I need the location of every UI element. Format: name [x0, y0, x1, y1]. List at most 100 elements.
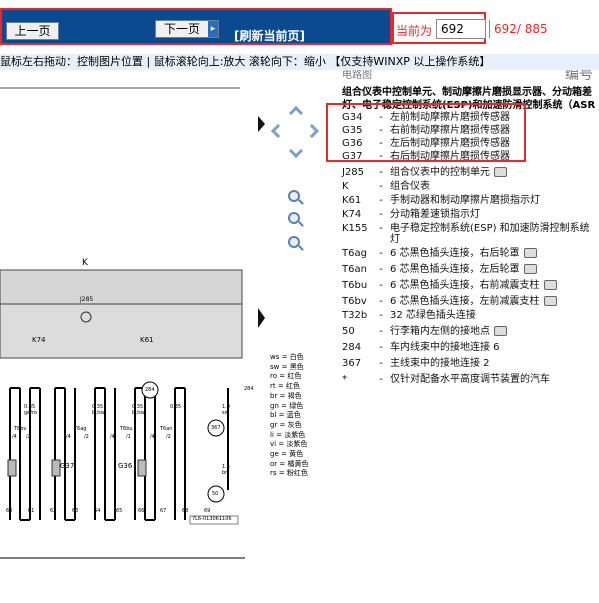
color-code-item: rs = 粉红色	[270, 469, 308, 478]
legend-code: 284	[342, 342, 362, 353]
color-code-item: rt = 红色	[270, 382, 300, 391]
color-code-item: br = 褐色	[270, 391, 302, 400]
zoom-out-icon[interactable]	[288, 236, 300, 248]
legend-item: 灯	[342, 230, 400, 245]
camera-icon[interactable]	[494, 167, 507, 177]
wire-color-a: ge/ro	[24, 410, 37, 416]
column-number: 61	[28, 508, 35, 514]
pin-c: /4	[66, 434, 71, 440]
hint-bar: 鼠标左右拖动：控制图片位置 | 鼠标滚轮向上:放大 滚轮向下：缩小 【仅支持WI…	[0, 54, 599, 70]
column-number: 68	[182, 508, 189, 514]
legend-item: * - 仅针对配备水平高度调节装置的汽车	[342, 370, 550, 385]
legend-code: 50	[342, 326, 355, 337]
column-number: 65	[116, 508, 123, 514]
legend-desc: 电子稳定控制系统(ESP) 和加速防滑控制系统	[390, 223, 590, 234]
color-code-item: ge = 黄色	[270, 450, 304, 458]
scroll-left-arrow-icon[interactable]	[258, 116, 265, 132]
legend-item: J285- 组合仪表中的控制单元	[342, 163, 507, 178]
legend-item: T32b -32 芯绿色插头连接	[342, 306, 476, 321]
color-code-item: gn = 绿色	[270, 401, 304, 410]
t6bv-label: T6bv	[14, 426, 27, 432]
page-number-input[interactable]	[436, 19, 486, 39]
column-number: 69	[204, 508, 211, 514]
camera-icon[interactable]	[494, 326, 507, 336]
camera-icon[interactable]	[523, 248, 537, 258]
legend-item: 50 - 行李箱内左侧的接地点	[342, 322, 507, 337]
legend-dash: -	[379, 280, 383, 291]
legend-item: G37 - 右后制动摩擦片磨损传感器	[342, 147, 510, 162]
pin-e: /4	[110, 434, 115, 440]
camera-icon[interactable]	[543, 280, 557, 290]
column-number: 63	[72, 508, 79, 514]
legend-desc: 6 芯黑色插头连接，右后轮罩	[390, 248, 520, 259]
legend-item: K - 组合仪表	[342, 177, 430, 192]
ground-50: 50	[212, 491, 219, 497]
zoom-fit-icon[interactable]	[288, 190, 300, 202]
camera-icon[interactable]	[523, 264, 537, 274]
legend-code: T6bu	[342, 280, 368, 291]
prev-page-button[interactable]: 上一页	[6, 22, 59, 40]
color-code-item: gr = 灰色	[270, 420, 302, 429]
legend-dash: -	[379, 248, 383, 259]
legend-item: 284 - 车内线束中的接地连接 6	[342, 338, 500, 353]
top-right-label: 编号	[565, 70, 593, 83]
prev-page-label: 上一页	[14, 24, 51, 38]
pan-down-icon[interactable]	[288, 143, 304, 159]
pin-g: /4	[150, 434, 155, 440]
pan-left-icon[interactable]	[270, 123, 286, 139]
t6an-label: T6an	[160, 426, 173, 432]
legend-dash: -	[379, 151, 383, 162]
j285-label: J285	[80, 296, 94, 303]
color-code-item: li = 淡紫色	[270, 430, 306, 439]
divider	[489, 20, 490, 38]
wire-color-e: br	[222, 470, 228, 476]
ground-367: 367	[211, 425, 221, 431]
g37-label: G37	[60, 462, 75, 470]
color-code-item: sw = 黑色	[270, 362, 304, 371]
zoom-in-icon[interactable]	[288, 212, 300, 224]
k74-label: K74	[32, 336, 46, 344]
legend-desc: 6 芯黑色插头连接，右前减震支柱	[390, 280, 540, 291]
column-number: 62	[50, 508, 57, 514]
legend-dash: -	[379, 264, 383, 275]
next-page-button[interactable]: 下一页 ▸	[155, 20, 219, 38]
top-left-label: 电路图	[342, 70, 372, 81]
pan-right-icon[interactable]	[304, 123, 320, 139]
pin-f: /1	[126, 434, 131, 440]
legend-item: K74- 分动箱差速锁指示灯	[342, 205, 480, 220]
legend-item: 367 - 主线束中的接地连接 2	[342, 354, 490, 369]
legend-code: G37	[342, 151, 363, 162]
legend-desc: 右后制动摩擦片磨损传感器	[390, 151, 510, 162]
circuit-diagram: K J285 K74 K61 G37 G36 T6bv T6ag T6bu T6…	[0, 70, 254, 603]
color-code-item: or = 橘黄色	[270, 459, 309, 468]
next-arrow-icon: ▸	[208, 21, 218, 37]
legend-desc: 32 芯绿色插头连接	[390, 310, 476, 321]
k-label: K	[82, 258, 88, 268]
camera-icon[interactable]	[543, 296, 557, 306]
legend-dash: -	[379, 326, 383, 337]
ref-code: 7L6-013061106	[192, 516, 232, 522]
current-page-label: 当前为	[396, 24, 433, 38]
wire-color-c: bl/sw	[132, 410, 145, 416]
legend-desc: 6 芯黑色插头连接，左后轮罩	[390, 264, 520, 275]
scroll-left-arrow-icon-2[interactable]	[258, 308, 265, 328]
legend-code: 367	[342, 358, 362, 369]
legend-desc: 主线束中的接地连接 2	[390, 358, 490, 369]
document-viewer[interactable]: 电路图 编号 组合仪表中控制单元、制动摩擦片磨损显示器、分动箱差 灯、电子稳定控…	[0, 70, 599, 603]
legend-dash: -	[379, 358, 383, 369]
legend-desc: 车内线束中的接地连接 6	[390, 342, 500, 353]
pan-up-icon[interactable]	[288, 105, 304, 121]
legend-code: T6ag	[342, 248, 367, 259]
wire-color-d: sw	[222, 410, 229, 416]
refresh-page-link[interactable]: [刷新当前页]	[234, 27, 305, 44]
g36-label: G36	[118, 462, 133, 470]
legend-dash: -	[379, 310, 383, 321]
legend-desc: 仅针对配备水平高度调节装置的汽车	[390, 374, 550, 385]
color-code-item: bl = 蓝色	[270, 411, 301, 420]
pin-d: /2	[84, 434, 89, 440]
color-code-item: vi = 淡紫色	[270, 440, 308, 449]
legend-item: T6bu -6 芯黑色插头连接，右前减震支柱	[342, 276, 557, 291]
column-number: 64	[94, 508, 101, 514]
hint-text: 鼠标左右拖动：控制图片位置 | 鼠标滚轮向上:放大 滚轮向下：缩小 【仅支持WI…	[0, 55, 491, 68]
next-page-label: 下一页	[163, 22, 200, 36]
